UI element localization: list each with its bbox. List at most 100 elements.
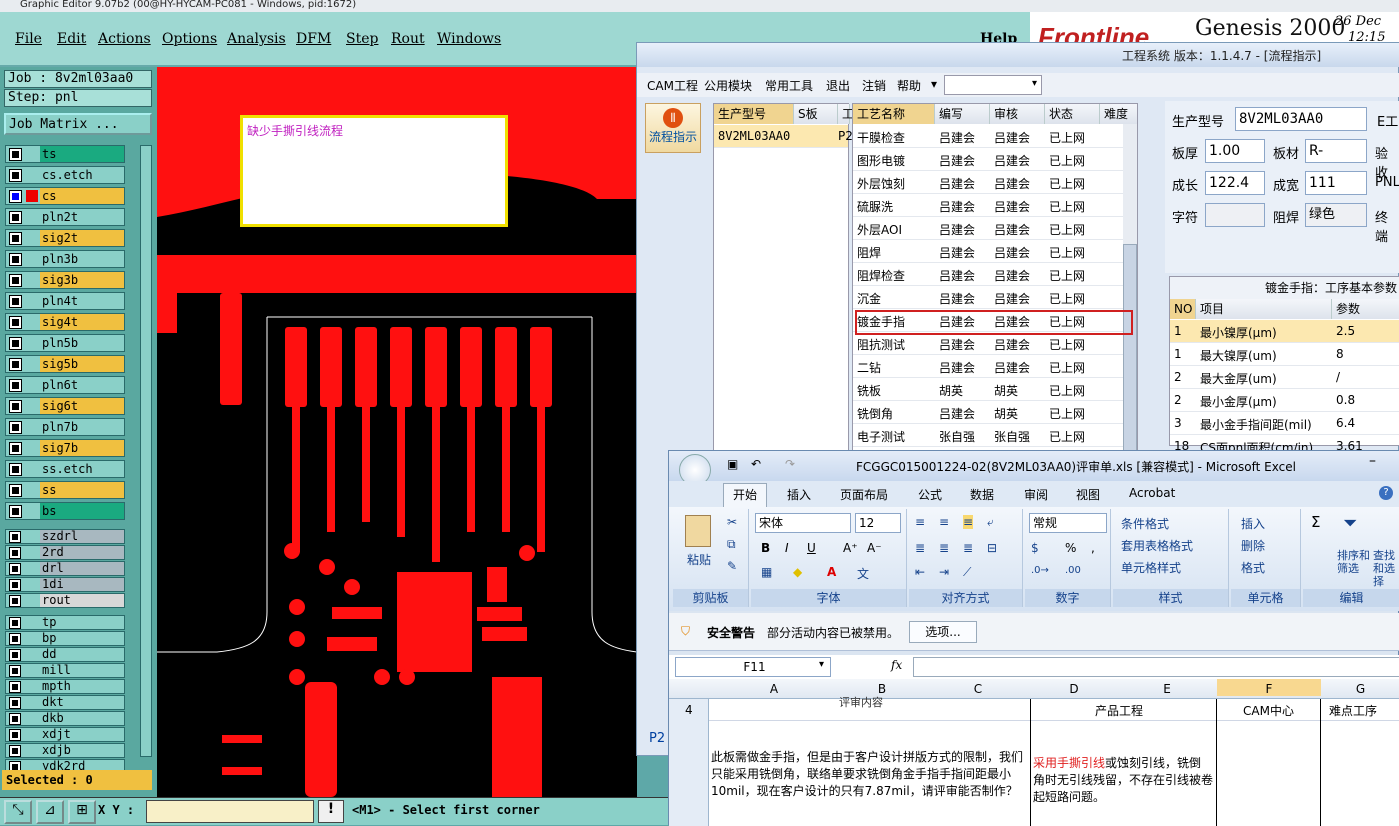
flow-indicator-button[interactable]: ⦀ 流程指示 <box>645 103 701 153</box>
zoom-tool-icon[interactable]: ⤡ <box>4 800 32 824</box>
currency-icon[interactable]: $ <box>1031 541 1039 555</box>
layer-row[interactable]: xdjb <box>5 743 125 758</box>
conditional-format-button[interactable]: 条件格式 <box>1121 515 1169 532</box>
spreadsheet-grid[interactable]: 4 评审内容 产品工程 CAM中心 难点工序 此板需做金手指，但是由于客户设计拼… <box>669 696 1399 826</box>
mask-field[interactable]: 绿色 <box>1305 203 1367 227</box>
process-row[interactable]: 外层AOI 吕建会 吕建会 已上网 <box>853 217 1123 240</box>
process-row[interactable]: 外层蚀刻 吕建会 吕建会 已上网 <box>853 171 1123 194</box>
security-options-button[interactable]: 选项... <box>909 621 977 643</box>
indent-icon[interactable]: ⇥ <box>939 565 949 579</box>
menu-options[interactable]: Options <box>162 31 217 47</box>
formula-input[interactable] <box>913 657 1399 677</box>
layer-checkbox[interactable] <box>9 563 21 575</box>
undo-icon[interactable]: ↶ <box>751 457 761 471</box>
insert-cells-button[interactable]: 插入 <box>1241 515 1265 532</box>
font-color-icon[interactable]: A <box>827 565 836 579</box>
tab-home[interactable]: 开始 <box>733 486 757 503</box>
tab-insert[interactable]: 插入 <box>787 486 811 503</box>
layer-row[interactable]: rout <box>5 593 125 608</box>
help-icon[interactable]: ? <box>1379 486 1393 500</box>
layer-row[interactable]: sig5b <box>5 355 125 373</box>
job-matrix-button[interactable]: Job Matrix ... <box>4 113 152 135</box>
layer-row[interactable]: pln2t <box>5 208 125 226</box>
process-scrollbar[interactable] <box>1123 124 1137 462</box>
font-name-box[interactable]: 宋体 <box>755 513 851 533</box>
layer-row[interactable]: bs <box>5 502 125 520</box>
menu-edit[interactable]: Edit <box>57 31 86 47</box>
layer-row[interactable]: pln4t <box>5 292 125 310</box>
layer-checkbox[interactable] <box>9 649 21 661</box>
product-eng-cell[interactable]: 采用手撕引线或蚀刻引线，铣倒角时无引线残留，不存在引线被卷起短路问题。 <box>1033 755 1213 806</box>
graphic-canvas[interactable]: 缺少手撕引线流程 <box>157 67 637 797</box>
cam-combo[interactable]: ▾ <box>944 75 1042 95</box>
col-g[interactable]: G <box>1321 682 1399 696</box>
layer-row[interactable]: pln3b <box>5 250 125 268</box>
cam-menu-public[interactable]: 公用模块 <box>704 77 752 94</box>
param-row[interactable]: 3 最小金手指间距(mil) 6.4 <box>1170 412 1399 435</box>
align-right-icon[interactable]: ≣ <box>963 541 973 555</box>
orientation-icon[interactable]: ⟋ <box>963 565 971 580</box>
percent-icon[interactable]: % <box>1065 541 1076 555</box>
layer-checkbox[interactable] <box>9 358 22 371</box>
layer-row[interactable]: sig7b <box>5 439 125 457</box>
shrink-font-button[interactable]: A⁻ <box>867 541 882 555</box>
col-e[interactable]: E <box>1117 682 1217 696</box>
outdent-icon[interactable]: ⇤ <box>915 565 925 579</box>
comma-icon[interactable]: , <box>1091 541 1095 555</box>
cam-menu-help[interactable]: 帮助 <box>897 77 921 94</box>
tab-page-layout[interactable]: 页面布局 <box>840 486 888 503</box>
process-row[interactable]: 阻焊检查 吕建会 吕建会 已上网 <box>853 263 1123 286</box>
redo-icon[interactable]: ↷ <box>785 457 795 471</box>
sum-icon[interactable]: Σ <box>1311 513 1320 531</box>
process-row[interactable]: 电子测试 张自强 张自强 已上网 <box>853 424 1123 447</box>
cam-menu-tools[interactable]: 常用工具 <box>765 77 813 94</box>
layer-checkbox[interactable] <box>9 337 22 350</box>
length-field[interactable]: 122.4 <box>1205 171 1265 195</box>
process-row[interactable]: 沉金 吕建会 吕建会 已上网 <box>853 286 1123 309</box>
param-row[interactable]: 1 最小镍厚(μm) 2.5 <box>1170 320 1399 343</box>
decrease-decimal-icon[interactable]: .00 <box>1065 565 1081 576</box>
layer-checkbox[interactable] <box>9 745 21 757</box>
paste-icon[interactable] <box>685 515 711 547</box>
layer-checkbox[interactable] <box>9 169 22 182</box>
cut-icon[interactable]: ✂ <box>727 515 737 529</box>
layer-row[interactable]: bp <box>5 631 125 646</box>
alert-icon[interactable]: ! <box>318 800 344 823</box>
bold-button[interactable]: B <box>761 541 770 555</box>
layer-row[interactable]: sig3b <box>5 271 125 289</box>
layer-checkbox[interactable] <box>9 729 21 741</box>
layer-row[interactable]: dkt <box>5 695 125 710</box>
layer-row[interactable]: ss.etch <box>5 460 125 478</box>
cam-menu-logout[interactable]: 注销 <box>862 77 886 94</box>
name-box[interactable]: F11 <box>675 657 831 677</box>
merge-icon[interactable]: ⊟ <box>987 541 997 555</box>
layer-checkbox[interactable] <box>9 595 21 607</box>
layer-row[interactable]: dkb <box>5 711 125 726</box>
param-row[interactable]: 2 最大金厚(um) / <box>1170 366 1399 389</box>
sort-filter-icon[interactable]: ⏷ <box>1343 513 1357 534</box>
process-row[interactable]: 阻焊 吕建会 吕建会 已上网 <box>853 240 1123 263</box>
width-field[interactable]: 111 <box>1305 171 1367 195</box>
layer-checkbox[interactable] <box>9 633 21 645</box>
param-row[interactable]: 2 最小金厚(μm) 0.8 <box>1170 389 1399 412</box>
menu-analysis[interactable]: Analysis <box>227 31 286 47</box>
delete-cells-button[interactable]: 删除 <box>1241 537 1265 554</box>
param-row[interactable]: 1 最大镍厚(um) 8 <box>1170 343 1399 366</box>
tab-acrobat[interactable]: Acrobat <box>1129 486 1175 500</box>
layer-checkbox[interactable] <box>9 505 22 518</box>
layer-checkbox[interactable] <box>9 232 22 245</box>
layer-checkbox[interactable] <box>9 421 22 434</box>
layer-row[interactable]: 2rd <box>5 545 125 560</box>
process-row[interactable]: 二钻 吕建会 吕建会 已上网 <box>853 355 1123 378</box>
col-c[interactable]: C <box>925 682 1031 696</box>
thickness-field[interactable]: 1.00 <box>1205 139 1265 163</box>
layer-checkbox[interactable] <box>9 579 21 591</box>
tab-formulas[interactable]: 公式 <box>918 486 942 503</box>
char-field[interactable] <box>1205 203 1265 227</box>
layer-checkbox[interactable] <box>9 400 22 413</box>
layer-row[interactable]: ss <box>5 481 125 499</box>
cam-menu-cam[interactable]: CAM工程 <box>647 77 698 94</box>
grid-tool-icon[interactable]: ⊞ <box>68 800 96 824</box>
layer-checkbox[interactable] <box>9 697 21 709</box>
process-row[interactable]: 硫脲洗 吕建会 吕建会 已上网 <box>853 194 1123 217</box>
